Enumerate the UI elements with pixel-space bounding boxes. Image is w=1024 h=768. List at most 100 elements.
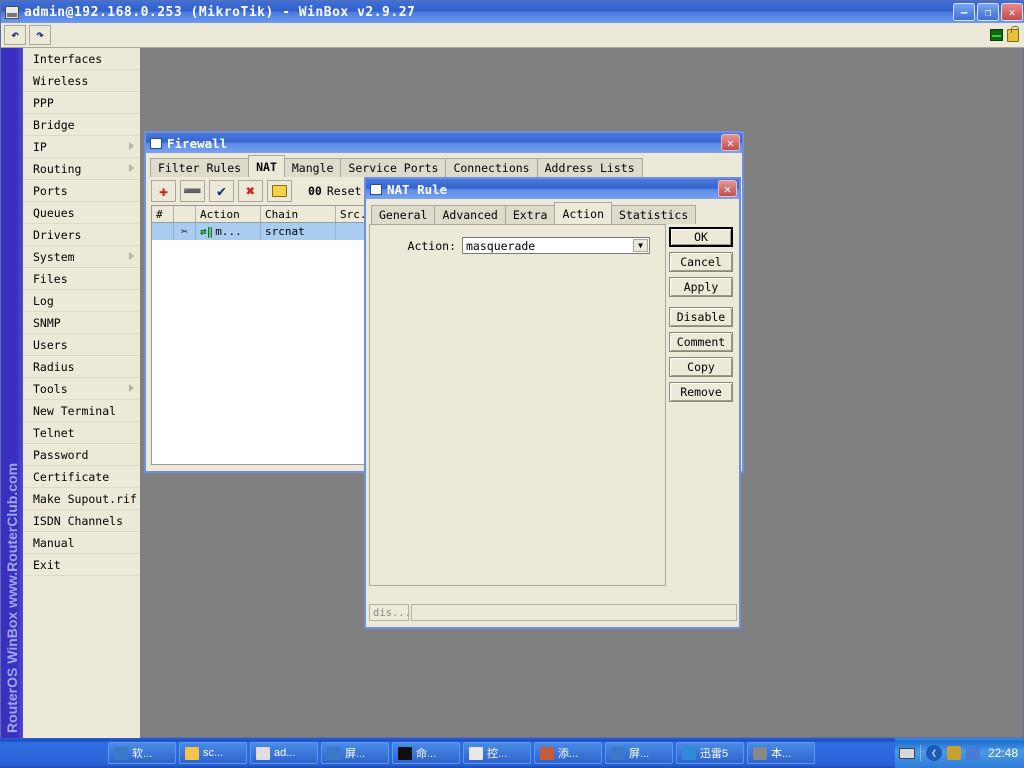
folder-icon[interactable]	[267, 179, 292, 202]
enable-rule-button[interactable]: ✔	[209, 179, 234, 202]
chevron-down-icon[interactable]: ▼	[633, 239, 648, 252]
firewall-tab-service-ports[interactable]: Service Ports	[340, 158, 447, 177]
copy-button[interactable]: Copy	[669, 357, 733, 377]
taskbar-item-icon	[256, 746, 270, 760]
sidebar-item-label: SNMP	[33, 315, 61, 330]
cancel-button[interactable]: Cancel	[669, 252, 733, 272]
taskbar-item[interactable]: sc...	[179, 742, 247, 764]
sidebar-item-manual[interactable]: Manual	[23, 532, 140, 554]
firewall-close-button[interactable]: ✕	[721, 134, 740, 151]
taskbar-item[interactable]: 命...	[392, 742, 460, 764]
sidebar-item-queues[interactable]: Queues	[23, 202, 140, 224]
firewall-tab-filter-rules[interactable]: Filter Rules	[150, 158, 250, 177]
undo-icon[interactable]: ↶	[4, 25, 26, 45]
taskbar-item[interactable]: 软...	[108, 742, 176, 764]
action-value: masquerade	[466, 238, 536, 253]
row-index	[152, 223, 174, 240]
column-header[interactable]: Chain	[261, 206, 336, 222]
sidebar-item-isdn-channels[interactable]: ISDN Channels	[23, 510, 140, 532]
sidebar-item-wireless[interactable]: Wireless	[23, 70, 140, 92]
sidebar-item-make-supout-rif[interactable]: Make Supout.rif	[23, 488, 140, 510]
close-button[interactable]: ✕	[1001, 3, 1023, 21]
nat-rule-tab-advanced[interactable]: Advanced	[434, 205, 506, 224]
status-message-bar	[411, 604, 737, 621]
column-header[interactable]	[174, 206, 196, 222]
sidebar-item-certificate[interactable]: Certificate	[23, 466, 140, 488]
firewall-tab-address-lists[interactable]: Address Lists	[536, 158, 643, 177]
nat-rule-close-button[interactable]: ✕	[718, 180, 737, 197]
taskbar-item[interactable]: 本...	[747, 742, 815, 764]
chevron-left-icon[interactable]: ❮	[925, 745, 942, 761]
sidebar-item-tools[interactable]: Tools	[23, 378, 140, 400]
firewall-tab-connections[interactable]: Connections	[445, 158, 538, 177]
sidebar-item-log[interactable]: Log	[23, 290, 140, 312]
restore-button[interactable]: ❐	[977, 3, 999, 21]
taskbar-item-label: ad...	[274, 747, 296, 759]
action-select[interactable]: masquerade ▼	[462, 237, 650, 254]
sidebar-item-system[interactable]: System	[23, 246, 140, 268]
nat-rule-tab-general[interactable]: General	[371, 205, 436, 224]
taskbar-item[interactable]: 迅雷5	[676, 742, 744, 764]
taskbar-item[interactable]: 控...	[463, 742, 531, 764]
sidebar-item-drivers[interactable]: Drivers	[23, 224, 140, 246]
sidebar-item-bridge[interactable]: Bridge	[23, 114, 140, 136]
firewall-tabs: Filter Rules NAT Mangle Service Ports Connec…	[150, 155, 643, 177]
submenu-arrow-icon	[129, 252, 134, 260]
sidebar-item-exit[interactable]: Exit	[23, 554, 140, 576]
apply-button[interactable]: Apply	[669, 277, 733, 297]
disable-rule-button[interactable]: ✖	[238, 179, 263, 202]
sidebar-item-label: New Terminal	[33, 403, 117, 418]
sidebar-item-files[interactable]: Files	[23, 268, 140, 290]
taskbar-item-icon	[114, 746, 128, 760]
start-button-area[interactable]	[0, 738, 105, 768]
action-field-row: Action: masquerade ▼	[370, 237, 665, 254]
comment-button[interactable]: Comment	[669, 332, 733, 352]
remove-button[interactable]: Remove	[669, 382, 733, 402]
sidebar-item-label: Wireless	[33, 73, 89, 88]
sidebar-item-new-terminal[interactable]: New Terminal	[23, 400, 140, 422]
nat-rule-tab-statistics[interactable]: Statistics	[611, 205, 697, 224]
sidebar-item-users[interactable]: Users	[23, 334, 140, 356]
firewall-titlebar: Firewall ✕	[146, 133, 742, 153]
taskbar-item-label: 本...	[771, 748, 792, 760]
taskbar-item[interactable]: 屏...	[321, 742, 389, 764]
keyboard-icon[interactable]	[898, 747, 915, 759]
add-rule-button[interactable]: ✚	[151, 179, 176, 202]
column-header[interactable]: #	[152, 206, 174, 222]
sidebar-item-ip[interactable]: IP	[23, 136, 140, 158]
taskbar-item-label: 软...	[132, 748, 153, 760]
sidebar-item-ppp[interactable]: PPP	[23, 92, 140, 114]
taskbar-item[interactable]: 屏...	[605, 742, 673, 764]
sidebar-item-label: ISDN Channels	[33, 513, 124, 528]
firewall-tab-nat[interactable]: NAT	[248, 155, 285, 177]
tray-icon-2[interactable]	[965, 746, 980, 760]
sidebar-item-telnet[interactable]: Telnet	[23, 422, 140, 444]
sidebar-item-routing[interactable]: Routing	[23, 158, 140, 180]
nat-rule-tab-action[interactable]: Action	[554, 202, 613, 224]
remove-rule-button[interactable]: ➖	[180, 179, 205, 202]
nat-rule-tab-extra[interactable]: Extra	[504, 205, 556, 224]
sidebar-item-interfaces[interactable]: Interfaces	[23, 48, 140, 70]
sidebar-item-snmp[interactable]: SNMP	[23, 312, 140, 334]
taskbar-item[interactable]: 添...	[534, 742, 602, 764]
sidebar-item-ports[interactable]: Ports	[23, 180, 140, 202]
cell-chain: srcnat	[261, 223, 336, 240]
sidebar-item-password[interactable]: Password	[23, 444, 140, 466]
main-toolbar: ↶ ↷	[1, 23, 1024, 48]
taskbar-item[interactable]: ad...	[250, 742, 318, 764]
nat-rule-tabs: General Advanced Extra Action Statistics	[371, 202, 697, 224]
status-flag: dis...	[369, 604, 411, 621]
ok-button[interactable]: OK	[669, 227, 733, 247]
cell-action-text: m...	[215, 225, 242, 238]
tray-icon-1[interactable]	[946, 746, 961, 760]
column-header[interactable]: Action	[196, 206, 261, 222]
submenu-arrow-icon	[129, 142, 134, 150]
connection-ok-icon	[990, 29, 1003, 41]
redo-icon[interactable]: ↷	[29, 25, 51, 45]
taskbar-clock[interactable]: 22:48	[988, 746, 1018, 760]
windows-taskbar: 软... sc... ad... 屏... 命... 控... 添... 屏... 迅雷5 本..…	[0, 738, 1024, 768]
minimize-button[interactable]: –	[953, 3, 975, 21]
disable-button[interactable]: Disable	[669, 307, 733, 327]
sidebar-item-radius[interactable]: Radius	[23, 356, 140, 378]
firewall-tab-mangle[interactable]: Mangle	[283, 158, 342, 177]
